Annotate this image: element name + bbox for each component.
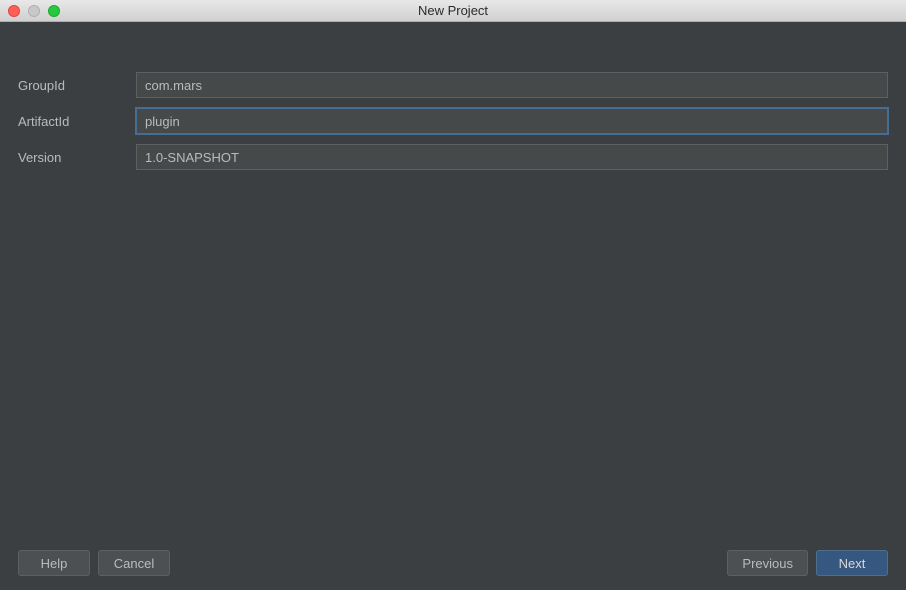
bottom-bar: Help Cancel Previous Next [18, 550, 888, 576]
version-label: Version [18, 150, 136, 165]
group-id-row: GroupId [18, 72, 888, 98]
group-id-label: GroupId [18, 78, 136, 93]
cancel-button[interactable]: Cancel [98, 550, 170, 576]
help-button[interactable]: Help [18, 550, 90, 576]
left-button-group: Help Cancel [18, 550, 170, 576]
version-row: Version [18, 144, 888, 170]
close-window-button[interactable] [8, 5, 20, 17]
previous-button[interactable]: Previous [727, 550, 808, 576]
titlebar: New Project [0, 0, 906, 22]
artifact-id-input[interactable] [136, 108, 888, 134]
right-button-group: Previous Next [727, 550, 888, 576]
traffic-lights [8, 5, 60, 17]
version-input[interactable] [136, 144, 888, 170]
content-area: GroupId ArtifactId Version Help Cancel P… [0, 22, 906, 590]
form-area: GroupId ArtifactId Version [18, 22, 888, 170]
window-title: New Project [418, 3, 488, 18]
minimize-window-button[interactable] [28, 5, 40, 17]
group-id-input[interactable] [136, 72, 888, 98]
maximize-window-button[interactable] [48, 5, 60, 17]
next-button[interactable]: Next [816, 550, 888, 576]
artifact-id-row: ArtifactId [18, 108, 888, 134]
artifact-id-label: ArtifactId [18, 114, 136, 129]
